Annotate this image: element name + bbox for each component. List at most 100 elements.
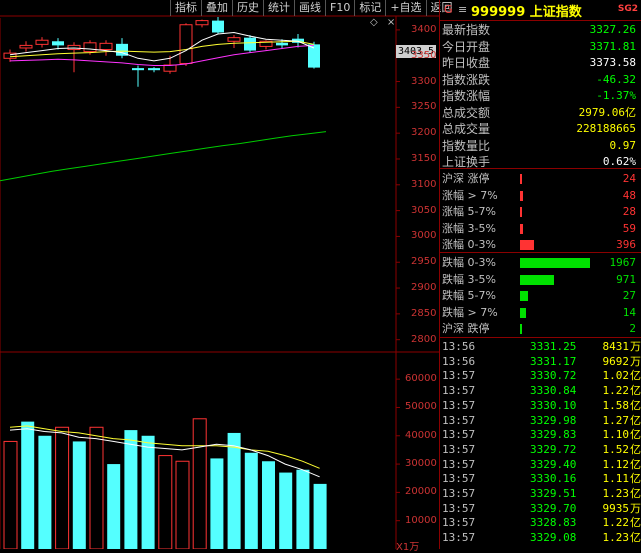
distribution-bar <box>520 223 523 234</box>
volume-bar <box>55 426 70 549</box>
index-title: 999999 上证指数 <box>471 5 582 20</box>
tick-time: 13:57 <box>442 428 476 442</box>
volume-bar <box>3 440 18 549</box>
tick-row: 13:57 3329.40 1.12 亿 <box>440 458 641 472</box>
volume-unit-label: X1万 <box>396 542 420 553</box>
distribution-bar <box>520 174 523 184</box>
tick-volume: 1.23 <box>602 531 630 545</box>
distribution-bar <box>520 258 590 268</box>
tick-unit: 亿 <box>630 442 641 456</box>
volume-bar <box>141 435 155 549</box>
group-indicator[interactable]: G <box>444 3 453 16</box>
panel-separator <box>440 337 641 338</box>
tick-unit: 亿 <box>630 472 641 486</box>
volume-bar <box>107 464 121 549</box>
distribution-value: 14 <box>622 305 636 319</box>
tick-row: 13:57 3329.72 1.52 亿 <box>440 443 641 457</box>
tick-price: 3330.72 <box>530 369 577 383</box>
tb-f10-button[interactable]: F10 <box>325 0 354 16</box>
tb-add-watchlist-button[interactable]: +自选 <box>385 0 425 16</box>
candle-body <box>227 37 241 42</box>
tick-volume: 1.23 <box>602 487 630 500</box>
distribution-row: 涨幅 3-5% 59 <box>440 221 640 236</box>
tick-price: 3330.16 <box>530 472 577 486</box>
stat-label: 总成交量 <box>442 122 491 136</box>
tick-price: 3329.51 <box>530 487 577 500</box>
stat-row: 总成交额 2979.06亿 <box>440 105 640 121</box>
stat-label: 今日开盘 <box>442 39 491 54</box>
distribution-row: 沪深 跌停 2 <box>440 321 640 336</box>
tick-price: 3331.17 <box>530 354 577 368</box>
tick-unit: 亿 <box>630 413 641 427</box>
tb-history-button[interactable]: 历史 <box>232 0 263 16</box>
tick-time: 13:57 <box>442 501 476 515</box>
distribution-label: 跌幅 0-3% <box>442 256 496 269</box>
volume-bar <box>38 435 52 549</box>
stat-value: 228188665 <box>576 122 636 135</box>
stat-value: 2979.06亿 <box>578 105 636 119</box>
distribution-bar <box>520 324 522 334</box>
distribution-row: 跌幅 0-3% 1967 <box>440 255 640 270</box>
tb-mark-button[interactable]: 标记 <box>354 0 385 16</box>
tick-time: 13:57 <box>442 369 476 383</box>
stat-value: -1.37% <box>596 89 636 102</box>
tb-stats-button[interactable]: 统计 <box>263 0 294 16</box>
tick-time: 13:57 <box>442 516 476 530</box>
tick-price: 3329.98 <box>530 413 577 427</box>
tb-indicator-button[interactable]: 指标 <box>170 0 201 16</box>
distribution-label: 涨幅 > 7% <box>442 188 498 202</box>
stat-value: 3371.81 <box>589 39 636 53</box>
tb-drawline-button[interactable]: 画线 <box>294 0 325 16</box>
distribution-row: 跌幅 3-5% 971 <box>440 272 640 287</box>
stat-row: 指数量比 0.97 <box>440 138 640 154</box>
tick-price: 3329.83 <box>530 428 577 442</box>
distribution-row: 沪深 涨停 24 <box>440 171 640 186</box>
tick-price: 3329.72 <box>530 442 577 456</box>
volume-bar <box>89 426 104 549</box>
diamond-icon[interactable]: ◇ <box>370 17 378 28</box>
volume-bar <box>262 461 275 549</box>
candle-body <box>179 24 193 64</box>
tick-volume: 1.12 <box>602 457 630 471</box>
distribution-label: 沪深 跌停 <box>442 322 490 335</box>
ma-green-line <box>0 131 327 182</box>
tick-time: 13:57 <box>442 472 476 486</box>
price-tick-label: 3200 <box>411 127 437 139</box>
volume-tick-label: 40000 <box>405 429 437 441</box>
stat-label: 总成交额 <box>442 105 491 120</box>
distribution-row: 跌幅 5-7% 27 <box>440 288 640 303</box>
tick-row: 13:57 3329.70 9935 万 <box>440 502 641 516</box>
tick-unit: 万 <box>630 340 641 353</box>
tick-time: 13:57 <box>442 487 476 500</box>
volume-bar <box>175 460 190 549</box>
price-tick-label: 3400 <box>411 23 437 35</box>
distribution-row: 涨幅 0-3% 396 <box>440 237 640 252</box>
distribution-label: 涨幅 0-3% <box>442 238 496 251</box>
tick-time: 13:57 <box>442 384 476 398</box>
tb-overlay-button[interactable]: 叠加 <box>201 0 232 16</box>
tick-row: 13:57 3330.10 1.58 亿 <box>440 399 641 413</box>
volume-bar <box>21 421 35 549</box>
tick-unit: 亿 <box>630 457 641 471</box>
distribution-value: 396 <box>616 238 636 251</box>
stat-row: 今日开盘 3371.81 <box>440 39 640 55</box>
tick-price: 3331.25 <box>530 340 577 353</box>
stat-value: 0.97 <box>609 138 637 152</box>
menu-icon[interactable]: ≡ <box>458 3 467 16</box>
stat-label: 昨日收盘 <box>442 56 491 70</box>
tick-time: 13:56 <box>442 354 476 368</box>
distribution-value: 28 <box>622 205 636 218</box>
distribution-bar <box>520 240 534 250</box>
tick-row: 13:57 3328.83 1.22 亿 <box>440 516 641 530</box>
candle-body <box>52 41 64 46</box>
close-icon[interactable]: × <box>387 17 395 28</box>
tick-row: 13:56 3331.17 9692 万 <box>440 355 641 369</box>
tick-unit: 亿 <box>630 398 641 412</box>
candle-body <box>132 68 144 71</box>
stat-row: 总成交量 228188665 <box>440 121 640 137</box>
tick-volume: 1.52 <box>602 442 630 456</box>
distribution-row: 涨幅 > 7% 48 <box>440 188 640 203</box>
candle-body <box>212 20 224 33</box>
tick-unit: 亿 <box>630 516 641 530</box>
price-tick-label: 3000 <box>411 230 437 242</box>
